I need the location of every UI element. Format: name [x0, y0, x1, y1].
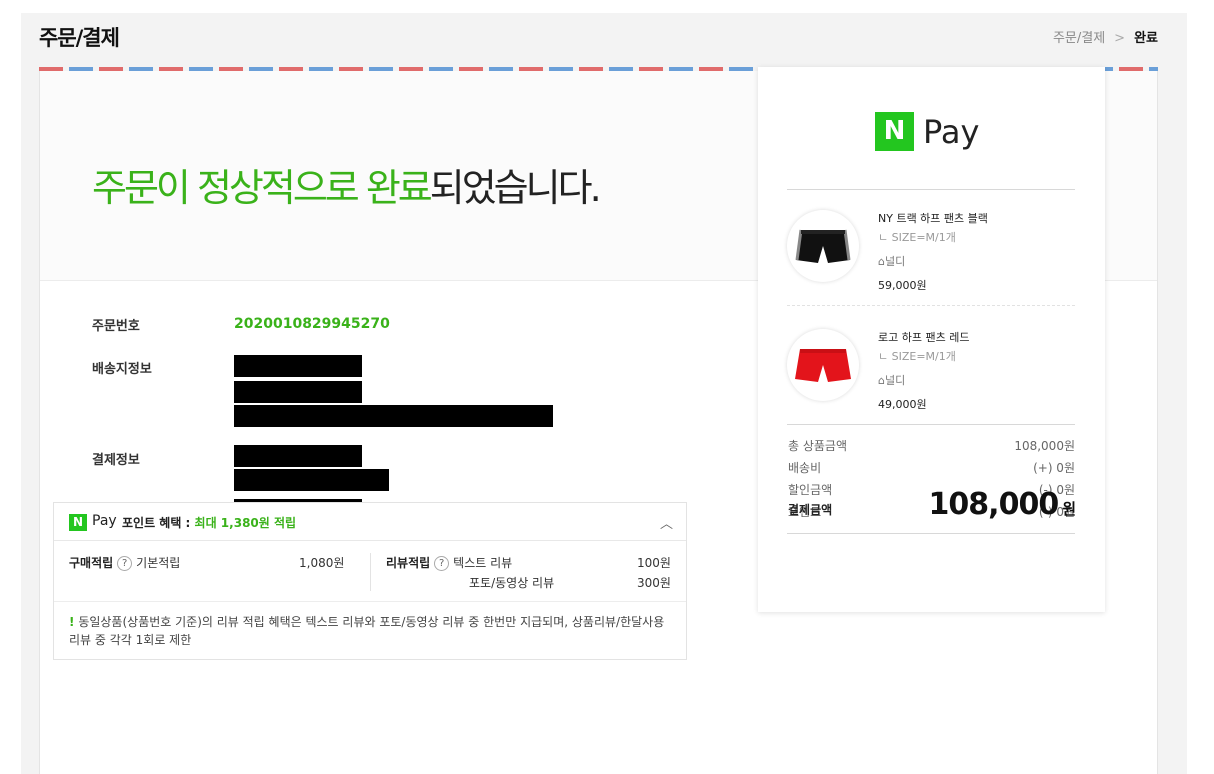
review-points-notice: ! 동일상품(상품번호 기준)의 리뷰 적립 혜택은 텍스트 리뷰와 포토/동영…	[69, 613, 669, 649]
npay-pay-text: Pay	[92, 513, 117, 529]
breadcrumb: 주문/결제 > 완료	[1053, 27, 1158, 46]
red-shorts-image	[795, 349, 851, 382]
redacted-block	[234, 405, 553, 427]
total-payment-label: 결제금액	[788, 503, 833, 517]
npay-logo: N Pay	[875, 112, 979, 151]
chevron-up-icon[interactable]: ︿	[660, 513, 673, 532]
divider	[370, 553, 371, 591]
help-icon[interactable]: ?	[434, 556, 450, 571]
points-benefit-title: 포인트 혜택 : 최대 1,380원 적립	[122, 514, 296, 531]
divider	[787, 305, 1075, 306]
store-label: 널디	[884, 374, 906, 387]
currency-unit: 원	[1062, 500, 1076, 518]
home-icon: ⌂	[878, 255, 885, 268]
home-icon: ⌂	[878, 374, 885, 387]
divider	[787, 189, 1075, 190]
product-thumbnail[interactable]	[787, 210, 859, 282]
product-price: 49,000원	[878, 398, 927, 411]
black-shorts-image	[795, 229, 851, 263]
notice-icon: !	[69, 615, 75, 629]
breadcrumb-separator: >	[1114, 31, 1126, 46]
purchase-points-label: 구매적립	[69, 556, 114, 570]
payment-receipt: N Pay NY 트랙 하프 팬츠 블랙 ㄴ SIZE=M/1개 ⌂널디 59,0…	[758, 67, 1105, 612]
redacted-block	[234, 469, 389, 491]
basic-points-value: 1,080원	[299, 556, 345, 570]
order-number: 2020010829945270	[234, 316, 390, 332]
npay-logo-text: Pay	[923, 112, 980, 151]
purchase-points: 구매적립? 기본적립	[69, 554, 180, 571]
subtotal-value: 108,000원	[1014, 439, 1075, 453]
help-icon[interactable]: ?	[117, 556, 133, 571]
store-label: 널디	[884, 255, 906, 268]
divider	[787, 424, 1075, 425]
photo-review-label: 포토/동영상 리뷰	[469, 576, 555, 590]
completion-headline: 주문이 정상적으로 완료되었습니다.	[92, 157, 602, 212]
redacted-block	[234, 381, 362, 403]
review-points: 리뷰적립? 텍스트 리뷰	[386, 554, 512, 571]
total-amount: 108,000	[928, 487, 1060, 522]
text-review-value: 100원	[637, 556, 671, 570]
breadcrumb-step-order: 주문/결제	[1052, 31, 1106, 46]
headline-rest: 되었습니다.	[429, 166, 602, 210]
points-title-text: 포인트 혜택 :	[122, 516, 191, 530]
npay-points-benefit-box: N Pay 포인트 혜택 : 최대 1,380원 적립 ︿ 구매적립? 기본적립 …	[53, 502, 687, 660]
points-max-amount: 최대 1,380원 적립	[194, 516, 297, 530]
redacted-block	[234, 445, 362, 467]
redacted-block	[234, 355, 362, 377]
product-option: ㄴ SIZE=M/1개	[878, 231, 956, 244]
product-option: ㄴ SIZE=M/1개	[878, 350, 956, 363]
notice-text: 동일상품(상품번호 기준)의 리뷰 적립 혜택은 텍스트 리뷰와 포토/동영상 …	[69, 615, 665, 647]
order-number-label: 주문번호	[92, 319, 140, 334]
npay-n-icon: N	[875, 112, 914, 151]
total-payment-value: 108,000 원	[928, 487, 1076, 522]
store-name: ⌂널디	[878, 253, 905, 269]
shipping-fee-value: (+) 0원	[1033, 461, 1075, 475]
discount-label: 할인금액	[788, 483, 833, 497]
review-points-label: 리뷰적립	[386, 556, 431, 570]
breadcrumb-step-complete: 완료	[1134, 31, 1158, 46]
headline-highlight: 주문이 정상적으로 완료	[92, 166, 433, 210]
product-thumbnail[interactable]	[787, 329, 859, 401]
product-name[interactable]: 로고 하프 팬츠 레드	[878, 329, 969, 345]
shipping-fee-label: 배송비	[788, 461, 822, 475]
basic-points-label: 기본적립	[136, 556, 181, 570]
divider	[787, 533, 1075, 534]
photo-review-value: 300원	[637, 576, 671, 590]
store-name: ⌂널디	[878, 372, 905, 388]
receipt-torn-edge	[758, 604, 1105, 616]
page-title: 주문/결제	[39, 26, 120, 50]
product-price: 59,000원	[878, 279, 927, 292]
npay-n-icon: N	[69, 514, 87, 531]
points-box-header[interactable]: N Pay 포인트 혜택 : 최대 1,380원 적립 ︿	[54, 503, 686, 541]
product-name[interactable]: NY 트랙 하프 팬츠 블랙	[878, 210, 988, 226]
shipping-info-label: 배송지정보	[92, 362, 152, 377]
payment-info-label: 결제정보	[92, 453, 140, 468]
text-review-label: 텍스트 리뷰	[453, 556, 513, 570]
subtotal-label: 총 상품금액	[788, 439, 848, 453]
divider	[54, 601, 686, 602]
